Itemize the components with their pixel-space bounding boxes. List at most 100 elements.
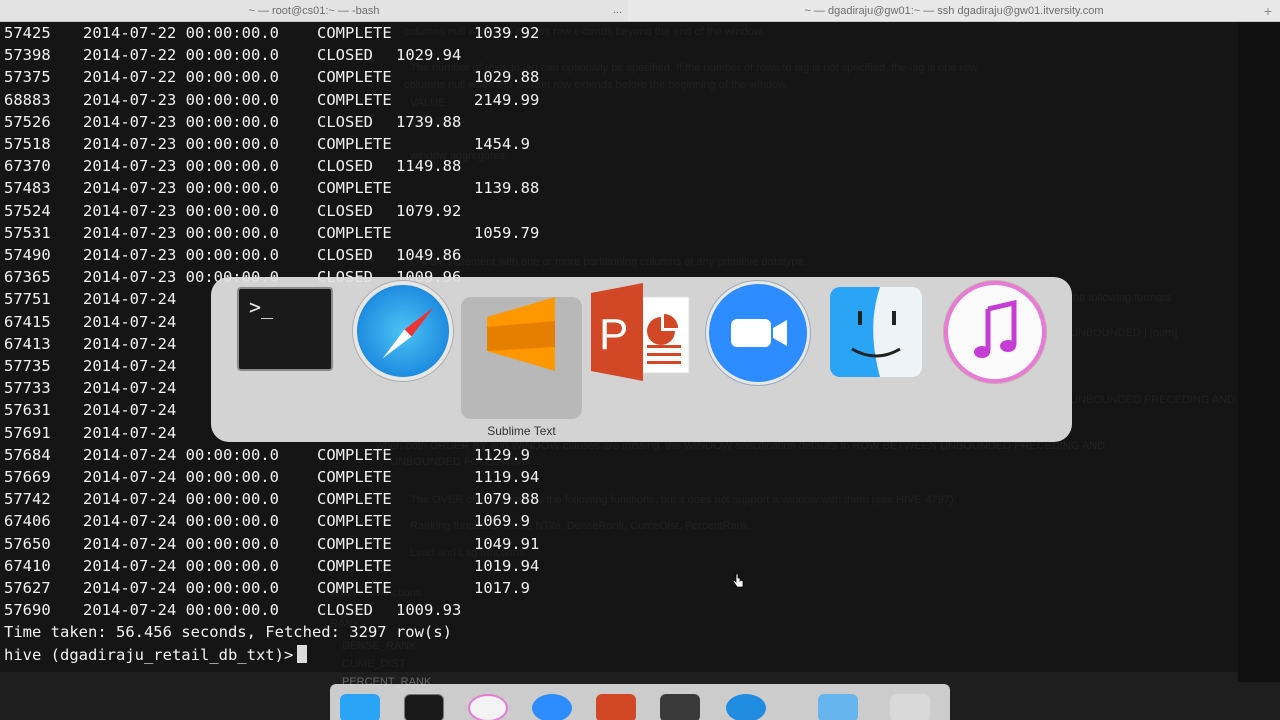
order-date: 2014-07-24 (83, 379, 177, 398)
powerpoint-icon[interactable]: P (591, 283, 691, 381)
order-status: CLOSED (317, 246, 373, 264)
query-time-summary: Time taken: 56.456 seconds, Fetched: 329… (4, 623, 452, 642)
order-date: 2014-07-24 00:00:00.0 (83, 579, 279, 597)
order-status: CLOSED (317, 112, 373, 131)
order-date: 2014-07-23 00:00:00.0 (83, 246, 279, 264)
order-amount: 1009.93 (396, 601, 462, 620)
finder-icon[interactable] (830, 287, 922, 377)
order-status: COMPLETE (317, 223, 392, 242)
terminal-tab-root[interactable]: ~ — root@cs01:~ — -bash ... (0, 0, 628, 22)
order-date: 2014-07-23 00:00:00.0 (83, 201, 279, 220)
order-amount: 1059.79 (474, 223, 540, 242)
order-id: 67370 (4, 157, 51, 176)
order-id: 57398 (4, 46, 51, 65)
order-id: 57375 (4, 68, 51, 87)
order-status: COMPLETE (317, 468, 392, 486)
order-date: 2014-07-24 00:00:00.0 (83, 534, 279, 553)
text-cursor (297, 644, 308, 663)
safari-icon[interactable] (726, 694, 766, 720)
order-id: 57733 (4, 379, 51, 398)
order-amount: 1079.92 (396, 201, 462, 220)
order-id: 67413 (4, 334, 51, 353)
order-id: 57735 (4, 357, 51, 375)
order-date: 2014-07-24 (83, 312, 177, 331)
order-id: 57751 (4, 290, 51, 309)
order-amount: 1129.9 (474, 445, 530, 464)
order-status: COMPLETE (317, 90, 392, 109)
zoom-icon[interactable] (532, 694, 572, 720)
window-edge (1238, 22, 1280, 682)
order-id: 57531 (4, 223, 51, 242)
order-date: 2014-07-24 00:00:00.0 (83, 445, 279, 464)
order-id: 67415 (4, 312, 51, 331)
order-date: 2014-07-22 00:00:00.0 (83, 24, 279, 42)
order-date: 2014-07-24 00:00:00.0 (83, 468, 279, 486)
order-id: 57631 (4, 401, 51, 420)
order-amount: 1454.9 (474, 135, 530, 153)
order-date: 2014-07-23 00:00:00.0 (83, 223, 279, 242)
order-status: COMPLETE (317, 490, 392, 509)
order-amount: 1739.88 (396, 112, 462, 131)
order-amount: 1029.88 (474, 68, 540, 87)
finder-icon[interactable] (340, 694, 380, 720)
order-amount: 1069.9 (474, 512, 530, 531)
order-id: 57690 (4, 601, 51, 620)
order-status: COMPLETE (317, 579, 392, 597)
order-date: 2014-07-22 00:00:00.0 (83, 68, 279, 87)
order-date: 2014-07-23 00:00:00.0 (83, 90, 279, 109)
order-date: 2014-07-24 00:00:00.0 (83, 601, 279, 620)
order-id: 57518 (4, 135, 51, 153)
order-status: COMPLETE (317, 135, 392, 153)
order-amount: 1139.88 (474, 179, 540, 198)
order-amount: 2149.99 (474, 90, 540, 109)
order-date: 2014-07-23 00:00:00.0 (83, 112, 279, 131)
order-id: 57627 (4, 579, 51, 597)
order-id: 57526 (4, 112, 51, 131)
hive-prompt[interactable]: hive (dgadiraju_retail_db_txt)> (4, 644, 308, 666)
order-id: 67410 (4, 556, 51, 575)
zoom-icon[interactable] (706, 281, 810, 385)
order-id: 68883 (4, 90, 51, 109)
order-date: 2014-07-24 (83, 334, 177, 353)
order-status: COMPLETE (317, 445, 392, 464)
sublime-text-icon[interactable] (477, 291, 565, 375)
order-status: COMPLETE (317, 534, 392, 553)
new-tab-button[interactable]: + (1264, 3, 1272, 19)
order-id: 57691 (4, 423, 51, 442)
itunes-icon[interactable] (468, 694, 508, 720)
order-date: 2014-07-22 00:00:00.0 (83, 46, 279, 65)
selected-app-label: Sublime Text (487, 424, 556, 438)
order-amount: 1017.9 (474, 579, 530, 597)
hive-prompt-text: hive (dgadiraju_retail_db_txt)> (4, 645, 294, 664)
itunes-icon[interactable] (944, 281, 1046, 383)
order-status: CLOSED (317, 157, 373, 176)
order-status: COMPLETE (317, 556, 392, 575)
order-date: 2014-07-24 00:00:00.0 (83, 512, 279, 531)
order-id: 67365 (4, 268, 51, 287)
tab-overflow-menu[interactable]: ... (613, 4, 622, 16)
order-id: 57483 (4, 179, 51, 198)
order-date: 2014-07-24 00:00:00.0 (83, 556, 279, 575)
order-id: 57490 (4, 246, 51, 264)
order-status: CLOSED (317, 46, 373, 65)
terminal-icon[interactable] (404, 694, 444, 720)
terminal-tab-ssh[interactable]: ~ — dgadiraju@gw01:~ — ssh dgadiraju@gw0… (628, 0, 1280, 22)
order-date: 2014-07-24 (83, 401, 177, 420)
order-id: 57684 (4, 445, 51, 464)
terminal-prompt-glyph: >_ (249, 295, 274, 319)
order-status: COMPLETE (317, 179, 392, 198)
sublime-text-icon[interactable] (660, 694, 700, 720)
order-amount: 1029.94 (396, 46, 462, 65)
order-amount: 1049.86 (396, 246, 462, 264)
powerpoint-icon[interactable] (596, 694, 636, 720)
folder-icon[interactable] (818, 694, 858, 720)
dock (330, 684, 950, 720)
order-status: CLOSED (317, 201, 373, 220)
order-date: 2014-07-24 00:00:00.0 (83, 490, 279, 509)
order-id: 57669 (4, 468, 51, 486)
order-id: 57650 (4, 534, 51, 553)
order-amount: 1149.88 (396, 157, 462, 176)
terminal-icon[interactable]: >_ (237, 287, 333, 371)
safari-icon[interactable] (353, 281, 453, 381)
trash-icon[interactable] (890, 694, 930, 720)
